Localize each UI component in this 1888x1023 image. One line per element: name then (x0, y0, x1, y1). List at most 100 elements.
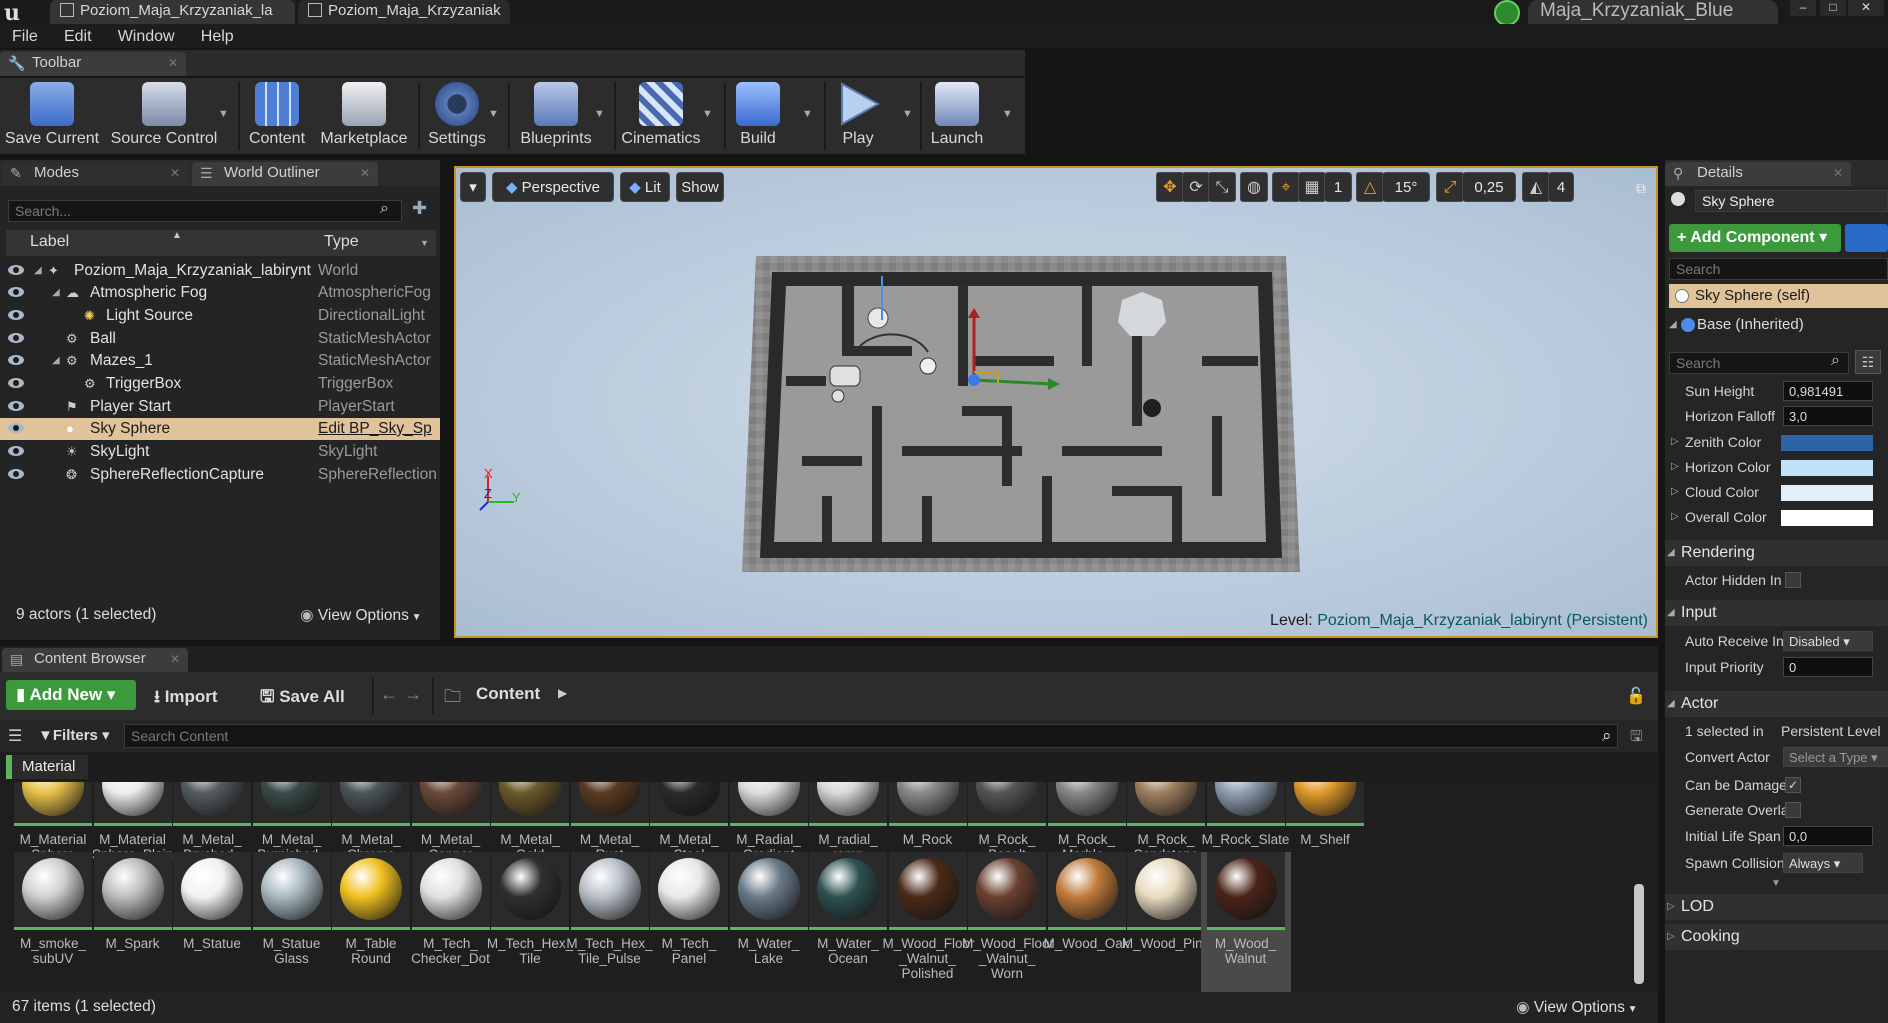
input-priority-input[interactable]: 0 (1783, 657, 1873, 677)
asset-tile[interactable]: M_Tech_ Checker_Dot (406, 852, 496, 992)
asset-tile[interactable]: M_Statue (167, 852, 257, 992)
grid-size-value[interactable]: 1 (1324, 172, 1352, 202)
category-lod[interactable]: ▷ LOD (1665, 894, 1888, 920)
unreal-logo-icon[interactable]: u (4, 0, 28, 26)
source-control-dropdown-icon[interactable]: ▼ (218, 108, 229, 120)
category-cooking[interactable]: ▷ Cooking (1665, 924, 1888, 950)
visibility-eye-icon[interactable] (8, 265, 24, 275)
convert-actor-dropdown[interactable]: Select a Type ▾ (1783, 747, 1888, 767)
build-button[interactable]: Build (728, 78, 788, 154)
asset-tile[interactable]: M_Water_ Lake (724, 852, 814, 992)
outliner-row[interactable]: ◢ ✦ Poziom_Maja_Krzyzaniak_labirynt Worl… (0, 260, 440, 282)
asset-tile[interactable]: M_Wood_Pine (1121, 852, 1211, 992)
can-be-damaged-checkbox[interactable]: ✓ (1785, 777, 1801, 793)
close-window-button[interactable]: ✕ (1848, 0, 1884, 16)
asset-tile[interactable]: M_Wood_Oak (1042, 852, 1132, 992)
asset-tile[interactable]: M_Shelf (1280, 782, 1370, 888)
play-dropdown-icon[interactable]: ▼ (902, 108, 913, 120)
component-search-input[interactable]: Search (1669, 258, 1888, 280)
breadcrumb-arrow-icon[interactable]: ▶ (558, 686, 567, 700)
level-viewport[interactable]: ▾ ◆ Perspective ◆ Lit Show ✥ ⟳ ⤡ ◍ ⌖ ▦ 1… (454, 166, 1658, 638)
tab-world-outliner[interactable]: ☰ World Outliner ✕ (192, 162, 378, 186)
maximize-viewport-icon[interactable]: ⧉ (1636, 180, 1646, 197)
sun-height-input[interactable]: 0,981491 (1783, 381, 1873, 401)
lock-icon[interactable]: 🔓 (1626, 686, 1646, 706)
blueprints-dropdown-icon[interactable]: ▼ (594, 108, 605, 120)
tab-toolbar[interactable]: 🔧 Toolbar ✕ (0, 52, 186, 76)
details-search-input[interactable]: Search (1669, 352, 1849, 374)
tab-content-browser[interactable]: ▤ Content Browser ✕ (2, 648, 188, 672)
overall-color-swatch[interactable] (1781, 510, 1873, 526)
expand-arrow-icon[interactable]: ◢ (1669, 314, 1677, 336)
outliner-row[interactable]: ◢ ☁ Atmospheric Fog AtmosphericFog (0, 282, 440, 304)
surface-snap-icon[interactable]: ⌖ (1272, 172, 1300, 202)
minimize-button[interactable]: – (1790, 0, 1816, 16)
outliner-row-selected[interactable]: ● Sky Sphere Edit BP_Sky_Sp (0, 418, 440, 440)
category-actor[interactable]: ◢ Actor (1665, 691, 1888, 717)
lit-button[interactable]: ◆ Lit (620, 172, 670, 202)
visibility-eye-icon[interactable] (8, 378, 24, 388)
close-icon[interactable]: ✕ (170, 648, 180, 670)
tab-details[interactable]: ⚲ Details ✕ (1665, 162, 1851, 186)
outliner-view-options-button[interactable]: ◉ View Options ▼ (300, 606, 422, 625)
save-search-icon[interactable]: 🖫 (1630, 726, 1643, 751)
expand-arrow-icon[interactable]: ▷ (1671, 429, 1679, 455)
menu-help[interactable]: Help (189, 24, 244, 46)
menu-file[interactable]: File (0, 24, 48, 46)
outliner-row[interactable]: ✺ Light Source DirectionalLight (0, 305, 440, 327)
visibility-eye-icon[interactable] (8, 287, 24, 297)
marketplace-button[interactable]: Marketplace (314, 78, 414, 154)
expand-arrow-icon[interactable]: ▷ (1671, 504, 1679, 530)
base-inherited-item[interactable]: ◢ Base (Inherited) (1669, 314, 1888, 336)
blueprints-button[interactable]: Blueprints (514, 78, 598, 154)
expand-arrow-icon[interactable]: ◢ (34, 260, 42, 282)
edit-blueprint-link[interactable]: Edit BP_Sky_Sp (318, 418, 436, 440)
settings-dropdown-icon[interactable]: ▼ (488, 108, 499, 120)
visibility-eye-icon[interactable] (8, 333, 24, 343)
viewport-options-button[interactable]: ▾ (460, 172, 486, 202)
asset-tile[interactable]: M_Wood_ Walnut (1200, 852, 1291, 992)
translate-icon[interactable]: ✥ (1156, 172, 1184, 202)
save-all-button[interactable]: 🖫 Save All (260, 684, 345, 713)
grid-snap-icon[interactable]: ▦ (1298, 172, 1326, 202)
outliner-row[interactable]: ☀ SkyLight SkyLight (0, 441, 440, 463)
close-icon[interactable]: ✕ (1833, 162, 1843, 184)
outliner-row[interactable]: ◢ ⚙ Mazes_1 StaticMeshActor (0, 350, 440, 372)
chevron-down-icon[interactable]: ▼ (420, 238, 429, 248)
scale-snap-icon[interactable]: ⤢ (1436, 172, 1464, 202)
rotation-snap-value[interactable]: 15° (1382, 172, 1430, 202)
content-view-options-button[interactable]: ◉ View Options ▼ (1516, 998, 1638, 1017)
asset-tile[interactable]: M_Tech_Hex_ Tile_Pulse (565, 852, 655, 992)
show-button[interactable]: Show (676, 172, 724, 202)
actor-hidden-checkbox[interactable] (1785, 572, 1801, 588)
asset-tile[interactable]: M_Tech_Hex_ Tile (485, 852, 575, 992)
launch-dropdown-icon[interactable]: ▼ (1002, 108, 1013, 120)
expand-arrow-icon[interactable]: ◢ (52, 282, 60, 304)
category-rendering[interactable]: ◢ Rendering (1665, 540, 1888, 566)
rotate-icon[interactable]: ⟳ (1182, 172, 1210, 202)
cinematics-button[interactable]: Cinematics (618, 78, 704, 154)
menu-edit[interactable]: Edit (52, 24, 102, 46)
content-search-input[interactable]: Search Content (124, 724, 1618, 748)
scale-snap-value[interactable]: 0,25 (1462, 172, 1516, 202)
horizon-color-swatch[interactable] (1781, 460, 1873, 476)
type-column-header[interactable]: Type (324, 233, 359, 251)
visibility-eye-icon[interactable] (8, 401, 24, 411)
play-button[interactable]: Play (830, 78, 886, 154)
outliner-row[interactable]: ⚑ Player Start PlayerStart (0, 396, 440, 418)
blueprint-button[interactable] (1845, 224, 1888, 252)
actor-name-field[interactable]: Sky Sphere (1695, 190, 1888, 212)
source-control-button[interactable]: Source Control (106, 78, 222, 154)
scale-icon[interactable]: ⤡ (1208, 172, 1236, 202)
menu-window[interactable]: Window (106, 24, 185, 46)
component-self-item[interactable]: Sky Sphere (self) (1669, 284, 1888, 308)
content-button[interactable]: Content (244, 78, 310, 154)
zenith-color-swatch[interactable] (1781, 435, 1873, 451)
expand-arrow-icon[interactable]: ◢ (52, 350, 60, 372)
visibility-eye-icon[interactable] (8, 469, 24, 479)
visibility-eye-icon[interactable] (8, 355, 24, 365)
document-tab-1[interactable]: Poziom_Maja_Krzyzaniak_la (50, 0, 295, 24)
label-column-header[interactable]: Label (30, 233, 69, 251)
import-button[interactable]: ⭳ Import (154, 684, 218, 713)
outliner-row[interactable]: ⚙ TriggerBox TriggerBox (0, 373, 440, 395)
